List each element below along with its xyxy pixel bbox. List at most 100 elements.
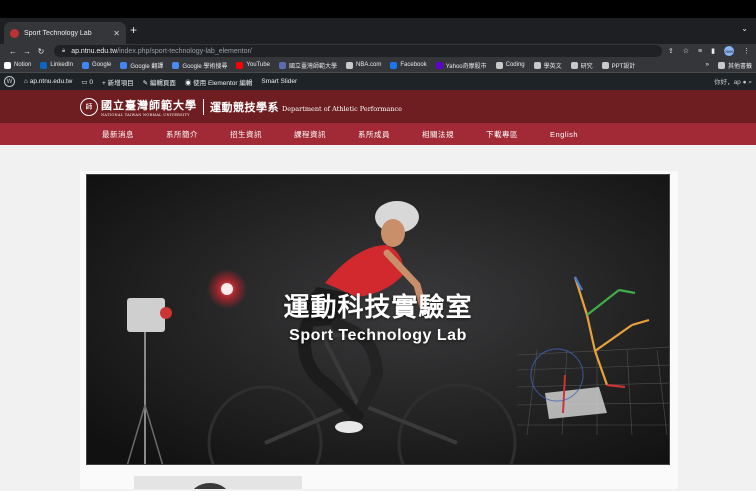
wp-account-menu[interactable]: 你好，ap ● ⌕ — [714, 76, 752, 87]
bookmark-label: PPT設計 — [611, 63, 636, 70]
nav-regulations[interactable]: 相關法規 — [422, 129, 486, 140]
hero-banner: 運動科技實驗室 Sport Technology Lab — [86, 174, 670, 465]
reload-icon[interactable]: ↻ — [34, 47, 48, 56]
university-seal-icon[interactable]: 師 — [80, 97, 98, 116]
url-host: ap.ntnu.edu.tw — [71, 47, 118, 55]
logo-divider — [203, 98, 204, 115]
department-logo[interactable]: 運動競技學系 Department of Athletic Performanc… — [210, 99, 402, 115]
bookmark-item[interactable]: Yahoo奇摩股市 — [435, 61, 487, 70]
bookmark-item[interactable]: 研究 — [570, 61, 593, 70]
wp-elementor-link[interactable]: ◉ 使用 Elementor 編輯 — [185, 77, 253, 87]
bookmark-favicon-icon — [172, 61, 180, 69]
folder-icon — [717, 61, 725, 69]
hero-title: 運動科技實驗室 — [283, 292, 473, 322]
nav-admissions[interactable]: 招生資訊 — [230, 129, 294, 140]
side-panel-icon[interactable]: ▮ — [711, 47, 715, 55]
person-photo — [190, 483, 230, 489]
bookmark-label: Coding — [505, 62, 525, 68]
bookmark-item[interactable]: Google 翻譯 — [120, 61, 163, 70]
bookmark-favicon-icon — [346, 61, 354, 69]
bookmark-favicon-icon — [279, 61, 286, 69]
university-logo[interactable]: 國立臺灣師範大學 NATIONAL TAIWAN NORMAL UNIVERSI… — [101, 97, 197, 117]
bookmark-label: Google — [92, 62, 112, 68]
bookmarks-more-icon[interactable]: » — [706, 62, 709, 68]
pencil-icon: ✎ — [142, 79, 150, 87]
bookmark-label: LinkedIn — [50, 62, 74, 68]
bookmark-item[interactable]: Google 學術搜尋 — [172, 61, 227, 70]
bookmark-favicon-icon — [570, 61, 578, 69]
main-navigation: 最新消息 系所簡介 招生資訊 課程資訊 系所成員 相關法規 下載專區 Engli… — [0, 123, 756, 145]
wordpress-admin-bar: W ⌂ ap.ntnu.edu.tw ▭ 0 + 新增項目 ✎ 編輯頁面 ◉ 使… — [0, 73, 756, 90]
bookmark-item[interactable]: PPT設計 — [601, 61, 636, 70]
wp-smart-slider-link[interactable]: Smart Slider — [261, 78, 297, 85]
site-header: 師 國立臺灣師範大學 NATIONAL TAIWAN NORMAL UNIVER… — [0, 90, 756, 123]
bookmark-item[interactable]: Google — [82, 61, 112, 69]
wp-edit-link[interactable]: ✎ 編輯頁面 — [143, 77, 176, 87]
bookmark-favicon-icon — [495, 61, 503, 69]
university-name-en: NATIONAL TAIWAN NORMAL UNIVERSITY — [101, 112, 190, 117]
bookmark-label: NBA.com — [356, 62, 382, 68]
bookmark-label: 學英文 — [543, 63, 562, 70]
nav-members[interactable]: 系所成員 — [358, 129, 422, 140]
back-arrow-icon[interactable]: ← — [6, 47, 20, 56]
wp-comments-link[interactable]: ▭ 0 — [81, 78, 93, 86]
wordpress-logo-icon[interactable]: W — [4, 76, 15, 87]
bookmarks-bar: Notion LinkedIn Google Google 翻譯 Google 學術搜尋… — [0, 58, 756, 73]
department-name-en: Department of Athletic Performance — [282, 104, 402, 113]
wp-site-label: ap.ntnu.edu.tw — [29, 78, 73, 85]
wp-new-label: 新增項目 — [107, 79, 134, 87]
elementor-icon: ◉ — [184, 79, 194, 87]
forward-arrow-icon[interactable]: → — [20, 47, 34, 56]
bookmark-label: Google 翻譯 — [130, 63, 164, 70]
bookmark-item[interactable]: Facebook — [390, 61, 427, 69]
bookmark-label: 其他書籤 — [727, 63, 752, 70]
bookmark-favicon-icon — [4, 61, 11, 69]
screen-top-strip — [0, 0, 756, 18]
hero-subtitle: Sport Technology Lab — [289, 327, 467, 344]
search-icon[interactable]: ⌕ — [748, 79, 752, 86]
bookmark-item[interactable]: YouTube — [236, 61, 270, 69]
reading-list-icon[interactable]: ≡ — [698, 48, 702, 55]
bookmark-item[interactable]: 學英文 — [533, 61, 562, 70]
wp-new-link[interactable]: + 新增項目 — [102, 77, 134, 87]
bookmark-star-icon[interactable]: ☆ — [683, 47, 689, 55]
nav-downloads[interactable]: 下載專區 — [486, 129, 550, 140]
browser-tab-active[interactable]: Sport Technology Lab ✕ — [4, 22, 126, 44]
next-section-image — [134, 476, 302, 489]
nav-about[interactable]: 系所簡介 — [166, 129, 230, 140]
bookmark-favicon-icon — [120, 61, 128, 69]
profile-avatar[interactable]: 0596 — [724, 46, 734, 56]
wp-edit-label: 編輯頁面 — [149, 79, 176, 87]
nav-courses[interactable]: 課程資訊 — [294, 129, 358, 140]
bookmark-item[interactable]: Notion — [4, 61, 31, 69]
bookmark-label: Facebook — [400, 62, 427, 68]
bookmark-item[interactable]: NBA.com — [346, 61, 382, 69]
department-name-zh: 運動競技學系 — [210, 100, 279, 114]
bookmark-label: 國立臺灣師範大學 — [289, 63, 338, 70]
bookmark-favicon-icon — [435, 61, 443, 69]
address-bar[interactable]: 🔒︎ ap.ntnu.edu.tw /index.php/sport-techn… — [54, 45, 662, 57]
university-name-zh: 國立臺灣師範大學 — [101, 98, 197, 112]
browser-tab-bar: Sport Technology Lab ✕ + ⌄ — [0, 18, 756, 44]
browser-toolbar: ← → ↻ 🔒︎ ap.ntnu.edu.tw /index.php/sport… — [0, 44, 756, 58]
bookmark-label: Google 學術搜尋 — [182, 63, 228, 70]
tab-search-chevron-down-icon[interactable]: ⌄ — [741, 24, 748, 33]
bookmark-favicon-icon — [390, 61, 398, 69]
url-path: /index.php/sport-technology-lab_elemento… — [117, 47, 252, 55]
bookmark-item[interactable]: Coding — [495, 61, 525, 69]
bookmark-item[interactable]: LinkedIn — [40, 61, 74, 69]
tab-title: Sport Technology Lab — [24, 29, 92, 37]
wp-site-link[interactable]: ⌂ ap.ntnu.edu.tw — [24, 78, 72, 85]
tab-close-icon[interactable]: ✕ — [113, 29, 120, 38]
user-icon: ● — [742, 79, 747, 86]
page-content: 運動科技實驗室 Sport Technology Lab — [0, 145, 756, 489]
share-icon[interactable]: ⇪ — [668, 47, 674, 55]
bookmark-favicon-icon — [40, 61, 48, 69]
wp-comments-count: 0 — [89, 78, 93, 86]
nav-english[interactable]: English — [550, 130, 600, 139]
bookmark-other-folder[interactable]: 其他書籤 — [717, 61, 752, 70]
menu-kebab-icon[interactable]: ⋮ — [743, 47, 750, 55]
nav-news[interactable]: 最新消息 — [102, 129, 166, 140]
bookmark-item[interactable]: 國立臺灣師範大學 — [279, 61, 337, 70]
new-tab-icon[interactable]: + — [130, 23, 137, 37]
